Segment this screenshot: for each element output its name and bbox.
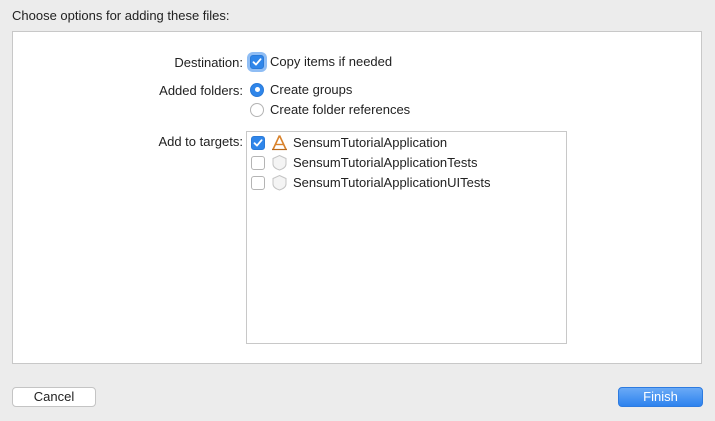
target-name: SensumTutorialApplicationTests (293, 155, 478, 170)
create-folder-references-option[interactable]: Create folder references (250, 102, 410, 117)
target-name: SensumTutorialApplicationUITests (293, 175, 491, 190)
copy-items-label: Copy items if needed (270, 54, 393, 69)
create-folder-references-radio[interactable] (250, 102, 264, 117)
target-name: SensumTutorialApplication (293, 135, 448, 150)
checkmark-icon (252, 57, 262, 65)
dialog-title: Choose options for adding these files: (12, 8, 230, 23)
target-checkbox[interactable] (251, 175, 265, 190)
target-row[interactable]: SensumTutorialApplicationUITests (251, 174, 491, 191)
cancel-button[interactable]: Cancel (12, 387, 96, 407)
target-checkbox[interactable] (251, 135, 265, 150)
checkmark-icon (253, 138, 263, 146)
finish-button[interactable]: Finish (618, 387, 703, 407)
create-folder-references-label: Create folder references (270, 102, 411, 117)
destination-label: Destination: (174, 55, 243, 70)
target-checkbox[interactable] (251, 155, 265, 170)
create-groups-label: Create groups (270, 82, 353, 97)
added-folders-label: Added folders: (159, 83, 243, 98)
create-groups-radio[interactable] (250, 82, 264, 97)
create-groups-option[interactable]: Create groups (250, 82, 352, 97)
target-row[interactable]: SensumTutorialApplicationTests (251, 154, 478, 171)
targets-label: Add to targets: (158, 134, 243, 149)
app-target-icon (271, 134, 288, 151)
test-target-icon (271, 174, 288, 191)
target-row[interactable]: SensumTutorialApplication (251, 134, 447, 151)
test-target-icon (271, 154, 288, 171)
targets-list[interactable]: SensumTutorialApplication SensumTutorial… (246, 131, 567, 344)
copy-items-checkbox[interactable] (250, 54, 264, 69)
copy-items-option[interactable]: Copy items if needed (250, 54, 392, 69)
